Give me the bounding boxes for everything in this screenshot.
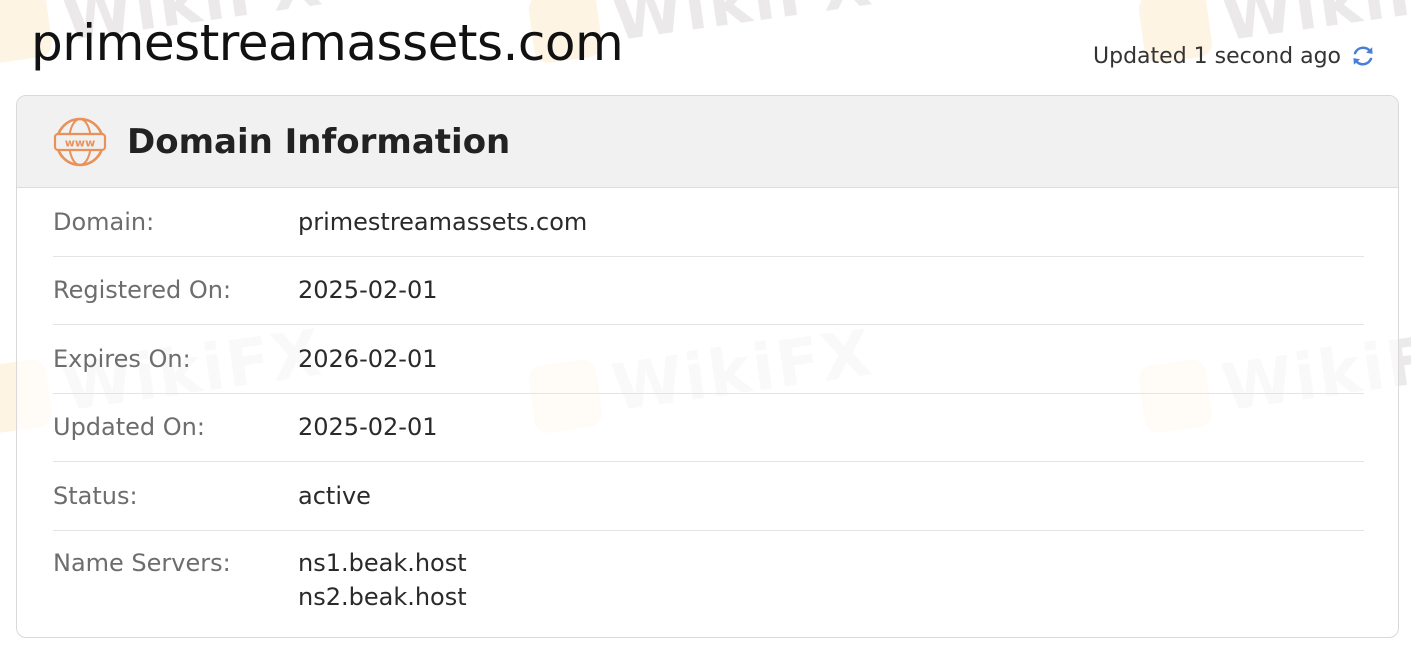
row-value: 2025-02-01	[298, 413, 438, 442]
www-globe-icon: www	[53, 115, 107, 169]
info-rows: Domain: primestreamassets.com Registered…	[17, 188, 1398, 611]
name-server-item: ns1.beak.host	[298, 548, 467, 577]
row-label: Expires On:	[53, 344, 191, 373]
card-header: www Domain Information	[17, 96, 1398, 188]
card-title: Domain Information	[127, 121, 511, 162]
page: WikiFX WikiFX WikiFX WikiFX WikiFX WikiF…	[0, 0, 1411, 646]
row-value: primestreamassets.com	[298, 207, 588, 236]
updated-text: Updated 1 second ago	[1093, 43, 1341, 69]
row-label: Updated On:	[53, 413, 205, 442]
info-row-registered-on: Registered On: 2025-02-01	[53, 257, 1364, 325]
page-header: primestreamassets.com Updated 1 second a…	[0, 0, 1411, 96]
info-row-updated-on: Updated On: 2025-02-01	[53, 394, 1364, 462]
update-status: Updated 1 second ago	[1093, 42, 1377, 70]
row-label: Status:	[53, 481, 138, 510]
info-row-expires-on: Expires On: 2026-02-01	[53, 325, 1364, 394]
name-server-item: ns2.beak.host	[298, 582, 467, 611]
svg-text:www: www	[65, 136, 96, 149]
info-row-domain: Domain: primestreamassets.com	[53, 188, 1364, 257]
refresh-icon[interactable]	[1349, 42, 1377, 70]
domain-info-card: www Domain Information Domain: primestre…	[16, 95, 1399, 638]
row-value: 2025-02-01	[298, 276, 438, 305]
row-value: 2026-02-01	[298, 344, 438, 373]
row-value: active	[298, 481, 371, 510]
row-label: Domain:	[53, 207, 155, 236]
info-row-status: Status: active	[53, 462, 1364, 531]
row-label: Registered On:	[53, 276, 232, 305]
name-server-list: ns1.beak.host ns2.beak.host	[298, 549, 467, 611]
info-row-name-servers: Name Servers: ns1.beak.host ns2.beak.hos…	[53, 531, 1364, 611]
page-title: primestreamassets.com	[31, 14, 624, 72]
row-label: Name Servers:	[53, 548, 231, 577]
